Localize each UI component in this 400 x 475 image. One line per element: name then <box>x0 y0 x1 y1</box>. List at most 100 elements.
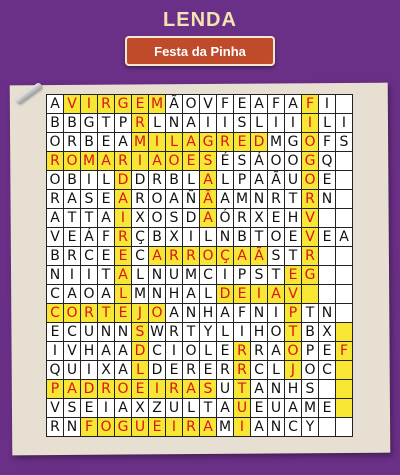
grid-cell[interactable]: S <box>268 247 285 266</box>
grid-cell[interactable]: R <box>217 361 234 380</box>
grid-cell[interactable]: R <box>98 95 115 114</box>
grid-cell[interactable]: N <box>251 190 268 209</box>
grid-cell[interactable] <box>336 380 353 399</box>
grid-cell[interactable]: I <box>251 285 268 304</box>
grid-cell[interactable]: U <box>166 399 183 418</box>
grid-cell[interactable]: Q <box>319 152 336 171</box>
grid-cell[interactable]: P <box>234 171 251 190</box>
grid-cell[interactable]: I <box>285 114 302 133</box>
grid-cell[interactable] <box>336 399 353 418</box>
grid-cell[interactable]: A <box>64 380 81 399</box>
grid-cell[interactable] <box>336 266 353 285</box>
grid-cell[interactable]: Ñ <box>183 190 200 209</box>
grid-cell[interactable]: E <box>183 152 200 171</box>
grid-cell[interactable]: A <box>200 171 217 190</box>
grid-cell[interactable]: U <box>81 323 98 342</box>
grid-cell[interactable] <box>336 171 353 190</box>
grid-cell[interactable]: I <box>132 152 149 171</box>
grid-cell[interactable]: D <box>81 380 98 399</box>
grid-cell[interactable]: L <box>183 171 200 190</box>
grid-cell[interactable]: R <box>217 133 234 152</box>
grid-cell[interactable]: L <box>268 361 285 380</box>
grid-cell[interactable]: R <box>268 190 285 209</box>
grid-cell[interactable]: A <box>234 247 251 266</box>
grid-cell[interactable]: Ó <box>217 209 234 228</box>
grid-cell[interactable]: S <box>336 133 353 152</box>
grid-cell[interactable]: N <box>115 323 132 342</box>
grid-cell[interactable]: Ç <box>217 247 234 266</box>
grid-cell[interactable]: R <box>47 190 64 209</box>
grid-cell[interactable]: I <box>336 114 353 133</box>
grid-cell[interactable]: B <box>47 114 64 133</box>
grid-cell[interactable]: I <box>268 114 285 133</box>
grid-cell[interactable]: Á <box>81 228 98 247</box>
grid-cell[interactable]: Ã <box>251 247 268 266</box>
grid-cell[interactable]: A <box>217 399 234 418</box>
grid-cell[interactable]: E <box>251 399 268 418</box>
grid-cell[interactable]: I <box>64 266 81 285</box>
grid-cell[interactable]: R <box>302 190 319 209</box>
grid-cell[interactable]: T <box>285 323 302 342</box>
grid-cell[interactable]: M <box>149 95 166 114</box>
grid-cell[interactable]: G <box>200 133 217 152</box>
grid-cell[interactable]: A <box>64 190 81 209</box>
grid-cell[interactable]: N <box>47 266 64 285</box>
grid-cell[interactable]: A <box>285 399 302 418</box>
grid-cell[interactable]: O <box>64 152 81 171</box>
grid-cell[interactable]: O <box>47 133 64 152</box>
grid-cell[interactable]: R <box>234 209 251 228</box>
grid-cell[interactable]: I <box>217 266 234 285</box>
grid-cell[interactable]: C <box>81 247 98 266</box>
grid-cell[interactable]: X <box>98 361 115 380</box>
grid-cell[interactable]: O <box>268 323 285 342</box>
grid-cell[interactable]: X <box>319 323 336 342</box>
grid-cell[interactable]: A <box>251 380 268 399</box>
grid-cell[interactable]: X <box>251 209 268 228</box>
grid-cell[interactable]: B <box>64 114 81 133</box>
grid-cell[interactable]: P <box>302 342 319 361</box>
grid-cell[interactable] <box>336 190 353 209</box>
grid-cell[interactable]: C <box>200 266 217 285</box>
grid-cell[interactable]: N <box>268 418 285 437</box>
grid-cell[interactable]: T <box>268 266 285 285</box>
grid-cell[interactable]: R <box>115 228 132 247</box>
grid-cell[interactable]: G <box>285 133 302 152</box>
grid-cell[interactable] <box>336 304 353 323</box>
grid-cell[interactable]: R <box>302 247 319 266</box>
grid-cell[interactable]: I <box>149 380 166 399</box>
grid-cell[interactable]: D <box>251 133 268 152</box>
grid-cell[interactable]: I <box>81 171 98 190</box>
grid-cell[interactable]: E <box>319 171 336 190</box>
grid-cell[interactable]: A <box>98 342 115 361</box>
grid-cell[interactable]: S <box>251 266 268 285</box>
grid-cell[interactable] <box>319 247 336 266</box>
grid-cell[interactable]: A <box>183 133 200 152</box>
grid-cell[interactable]: Q <box>47 361 64 380</box>
grid-cell[interactable]: R <box>64 247 81 266</box>
grid-cell[interactable]: O <box>302 133 319 152</box>
grid-cell[interactable]: E <box>268 209 285 228</box>
grid-cell[interactable]: I <box>319 95 336 114</box>
grid-cell[interactable]: V <box>302 209 319 228</box>
grid-cell[interactable]: O <box>302 171 319 190</box>
grid-cell[interactable]: J <box>132 304 149 323</box>
grid-cell[interactable]: L <box>132 266 149 285</box>
grid-cell[interactable]: L <box>200 342 217 361</box>
grid-cell[interactable] <box>336 247 353 266</box>
grid-cell[interactable]: M <box>268 133 285 152</box>
grid-cell[interactable]: W <box>149 323 166 342</box>
grid-cell[interactable] <box>336 209 353 228</box>
grid-cell[interactable]: M <box>217 418 234 437</box>
grid-cell[interactable]: A <box>183 285 200 304</box>
grid-cell[interactable]: R <box>234 361 251 380</box>
grid-cell[interactable]: S <box>166 209 183 228</box>
puzzle-theme-button[interactable]: Festa da Pinha <box>125 36 275 66</box>
grid-cell[interactable]: A <box>217 304 234 323</box>
grid-cell[interactable]: G <box>302 152 319 171</box>
grid-cell[interactable]: T <box>98 266 115 285</box>
grid-cell[interactable]: T <box>251 228 268 247</box>
grid-cell[interactable]: M <box>183 266 200 285</box>
grid-cell[interactable]: O <box>200 247 217 266</box>
grid-cell[interactable]: E <box>285 228 302 247</box>
grid-cell[interactable]: R <box>251 342 268 361</box>
